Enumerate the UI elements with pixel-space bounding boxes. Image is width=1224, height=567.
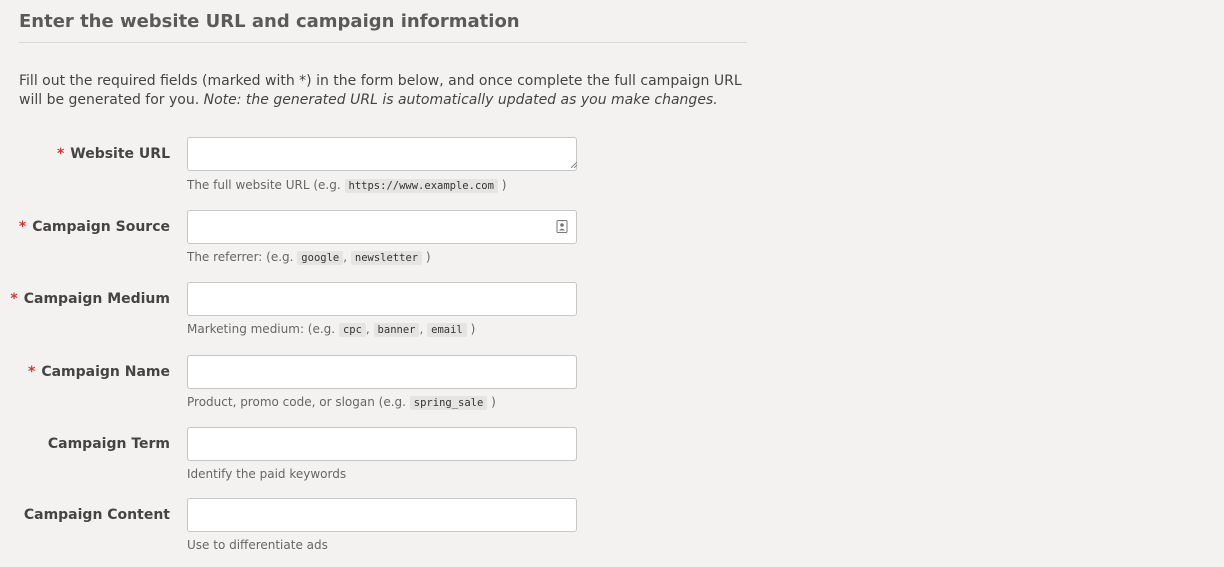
campaign-content-input[interactable] (187, 498, 577, 532)
help-suffix: ) (491, 395, 496, 409)
required-marker: * (27, 364, 36, 380)
campaign-term-input[interactable] (187, 427, 577, 461)
campaign-content-label-text: Campaign Content (23, 507, 170, 523)
required-marker: * (56, 146, 65, 162)
campaign-medium-input[interactable] (187, 282, 577, 316)
help-example: cpc (338, 323, 366, 337)
help-suffix: ) (501, 178, 507, 192)
campaign-source-help: The referrer: (e.g. google, newsletter ) (187, 250, 431, 265)
website-url-label: * Website URL (57, 146, 170, 162)
campaign-medium-label-text: Campaign Medium (23, 291, 170, 307)
campaign-name-label-text: Campaign Name (41, 364, 170, 380)
required-marker: * (10, 291, 18, 307)
campaign-source-label-text: Campaign Source (32, 219, 170, 235)
section-title: Enter the website URL and campaign infor… (19, 11, 520, 32)
website-url-help: The full website URL (e.g. https://www.e… (187, 178, 507, 193)
intro-note: Note: the generated URL is automatically… (203, 92, 718, 108)
campaign-source-label: * Campaign Source (19, 219, 170, 235)
campaign-url-form: Enter the website URL and campaign infor… (0, 0, 1224, 567)
help-example: https://www.example.com (344, 179, 498, 193)
campaign-name-input[interactable] (187, 355, 577, 389)
help-example: google (297, 251, 344, 265)
help-prefix: The full website URL (e.g. (187, 178, 341, 192)
section-divider (19, 42, 747, 43)
help-example: banner (373, 323, 420, 337)
campaign-source-input[interactable] (187, 210, 577, 244)
campaign-term-help: Identify the paid keywords (187, 467, 347, 481)
help-prefix: The referrer: (e.g. (187, 250, 294, 264)
contact-card-icon[interactable] (556, 220, 568, 233)
help-suffix: ) (425, 250, 431, 264)
website-url-input[interactable] (187, 137, 577, 171)
campaign-medium-help: Marketing medium: (e.g. cpc, banner, ema… (187, 322, 476, 337)
help-suffix: ) (470, 322, 476, 336)
campaign-content-help: Use to differentiate ads (187, 538, 328, 552)
campaign-term-label-text: Campaign Term (47, 436, 170, 452)
website-url-label-text: Website URL (70, 146, 170, 162)
help-example: email (427, 323, 467, 337)
help-example: newsletter (350, 251, 423, 265)
intro-text: Fill out the required fields (marked wit… (19, 72, 749, 110)
campaign-name-help: Product, promo code, or slogan (e.g. spr… (187, 395, 496, 410)
campaign-medium-label: * Campaign Medium (10, 291, 170, 307)
help-example: spring_sale (409, 396, 488, 410)
required-marker: * (18, 219, 27, 235)
campaign-content-label: Campaign Content (24, 507, 170, 523)
campaign-term-label: Campaign Term (48, 436, 170, 452)
help-prefix: Marketing medium: (e.g. (187, 322, 336, 336)
campaign-name-label: * Campaign Name (28, 364, 170, 380)
help-prefix: Product, promo code, or slogan (e.g. (187, 395, 406, 409)
